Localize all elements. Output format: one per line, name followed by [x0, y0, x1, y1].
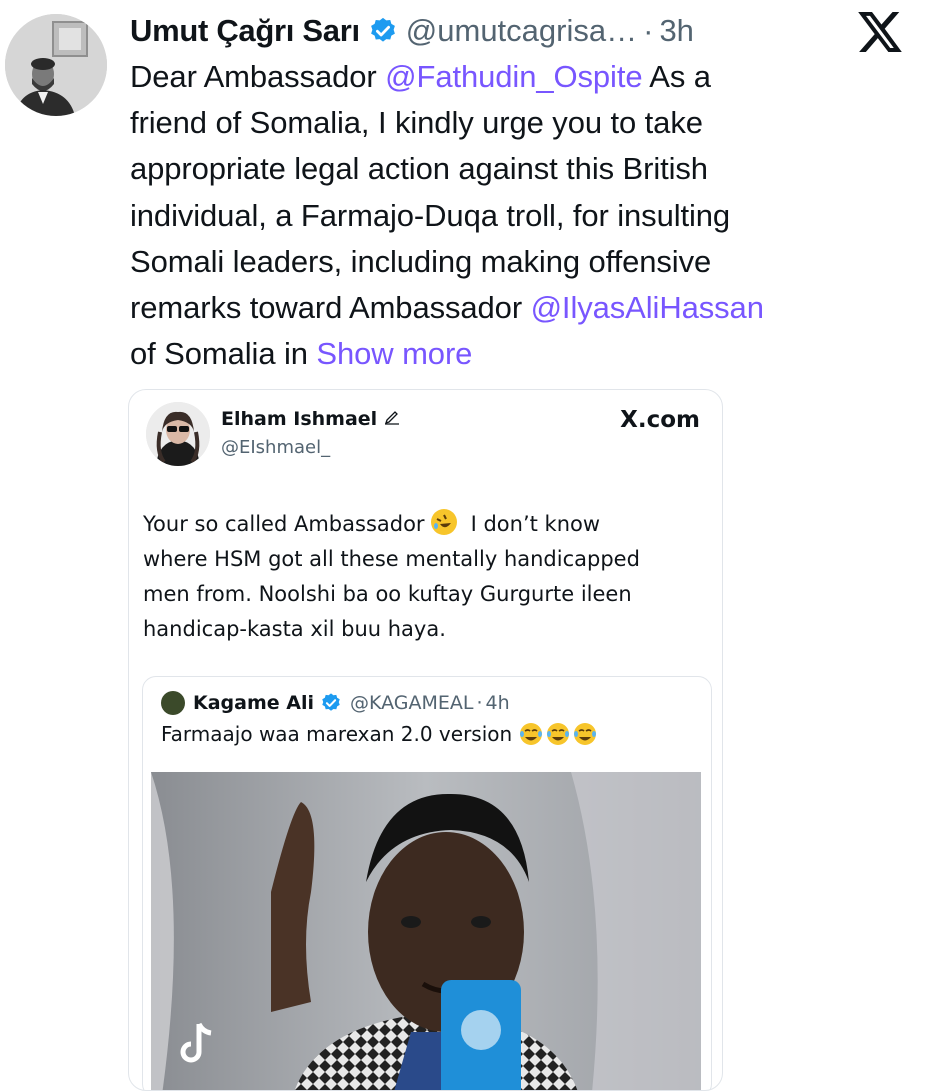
- tweet-line-4: individual, a Farmajo-Duqa troll, for in…: [130, 197, 731, 233]
- tweet-line-2: friend of Somalia, I kindly urge you to …: [130, 105, 703, 141]
- quoted-text-content: Farmaajo waa marexan 2.0 version: [161, 722, 513, 746]
- author-avatar[interactable]: [5, 14, 107, 116]
- quoted-author-handle: @KAGAMEAL: [350, 692, 474, 714]
- quoted-tweet: Kagame Ali @KAGAMEAL · 4h Farmaajo waa m…: [142, 676, 712, 1090]
- quoted-tweet-header: Kagame Ali @KAGAMEAL · 4h: [161, 691, 510, 715]
- author-name[interactable]: Umut Çağrı Sarı: [130, 13, 360, 49]
- pen-icon: [384, 411, 399, 425]
- verified-badge-icon: [322, 693, 340, 711]
- tweet-line-7: of Somalia in Show more: [130, 331, 910, 377]
- embedded-line-2: where HSM got all these mentally handica…: [143, 547, 640, 571]
- rolling-on-floor-laughing-emoji: [431, 509, 458, 535]
- text-segment: remarks toward Ambassador: [130, 290, 531, 326]
- tweet-header: Umut Çağrı Sarı @umutcagrisa… · 3h: [130, 8, 830, 54]
- author-handle[interactable]: @umutcagrisa…: [406, 13, 637, 49]
- embedded-author-handle: @EIshmael_: [221, 437, 331, 458]
- quoted-separator: ·: [476, 692, 483, 714]
- tweet-line-1: Dear Ambassador @Fathudin_Ospite As a: [130, 54, 910, 100]
- tweet-line-3: appropriate legal action against this Br…: [130, 151, 708, 187]
- text-segment: As a: [642, 59, 711, 94]
- embedded-name-text: Elham Ishmael: [221, 408, 378, 430]
- quoted-video-thumbnail[interactable]: [151, 772, 701, 1090]
- show-more-link[interactable]: Show more: [316, 336, 472, 371]
- x-logo-icon[interactable]: [858, 12, 902, 52]
- embedded-author-name: Elham Ishmael: [221, 408, 400, 430]
- tweet-text: Dear Ambassador @Fathudin_Ospite As a fr…: [130, 54, 910, 377]
- text-segment: of Somalia in: [130, 336, 317, 372]
- mention-fathudin-ospite[interactable]: @Fathudin_Ospite: [385, 59, 642, 94]
- tweet-time[interactable]: 3h: [659, 13, 693, 49]
- embedded-source-label: X.com: [620, 407, 700, 433]
- header-separator: ·: [643, 13, 654, 48]
- quoted-tweet-text: Farmaajo waa marexan 2.0 version: [161, 722, 597, 746]
- verified-badge-icon: [370, 17, 395, 42]
- tweet-line-6: remarks toward Ambassador @IlyasAliHassa…: [130, 285, 910, 331]
- text-segment: I don’t know: [470, 512, 601, 536]
- text-segment: Dear Ambassador: [130, 59, 386, 94]
- quoted-author-name: Kagame Ali: [193, 692, 314, 714]
- quoted-author-avatar: [161, 691, 185, 715]
- embedded-line-4: handicap-kasta xil buu haya.: [143, 617, 446, 641]
- text-segment: Your so called Ambassador: [143, 512, 425, 536]
- face-with-tears-of-joy-emoji: [519, 723, 596, 745]
- quoted-time: 4h: [485, 692, 510, 714]
- tweet-line-5: Somali leaders, including making offensi…: [130, 243, 712, 279]
- embedded-line-3: men from. Noolshi ba oo kuftay Gurgurte …: [143, 582, 632, 606]
- embedded-tweet-text: Your so called Ambassador I don’t know w…: [143, 507, 713, 647]
- embedded-line-1: Your so called Ambassador I don’t know: [143, 507, 713, 542]
- embedded-avatar: [146, 402, 210, 466]
- embedded-tweet-card[interactable]: Elham Ishmael @EIshmael_ X.com Your so c…: [128, 389, 723, 1091]
- mention-ilyasalihassan[interactable]: @IlyasAliHassan: [531, 290, 764, 325]
